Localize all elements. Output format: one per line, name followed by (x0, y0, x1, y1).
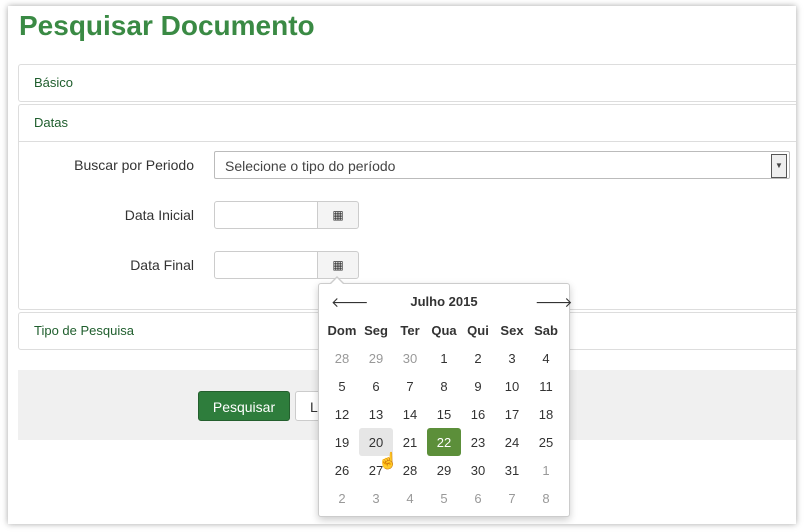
day-cell[interactable]: 8 (529, 484, 563, 512)
day-cell[interactable]: 15 (427, 400, 461, 428)
day-cell[interactable]: 29 (359, 344, 393, 372)
day-cell[interactable]: 1 (529, 456, 563, 484)
day-cell[interactable]: 26 (325, 456, 359, 484)
calendar-icon[interactable]: ▦ (317, 201, 359, 229)
end-date-input[interactable] (214, 251, 318, 279)
day-cell[interactable]: 12 (325, 400, 359, 428)
day-cell[interactable]: 9 (461, 372, 495, 400)
page-frame: Pesquisar Documento Básico Datas Buscar … (8, 6, 796, 524)
day-cell[interactable]: 4 (529, 344, 563, 372)
period-select-value: Selecione o tipo do período (225, 158, 396, 174)
day-cell[interactable]: 11 (529, 372, 563, 400)
day-cell[interactable]: 28 (325, 344, 359, 372)
day-cell[interactable]: 3 (495, 344, 529, 372)
hand-pointer-icon: ☝ (378, 453, 398, 470)
day-cell[interactable]: 28 (393, 456, 427, 484)
day-cell[interactable]: 1 (427, 344, 461, 372)
arrow-left-icon[interactable]: 🡐 (331, 292, 369, 312)
day-cell[interactable]: 3 (359, 484, 393, 512)
day-cell[interactable]: 5 (325, 372, 359, 400)
page-title: Pesquisar Documento (19, 10, 315, 41)
datepicker-header: Julho 2015 🡐 🡒 (319, 292, 573, 312)
day-cell[interactable]: 14 (393, 400, 427, 428)
day-cell[interactable]: 4 (393, 484, 427, 512)
day-cell[interactable]: 21 (393, 428, 427, 456)
chevron-down-icon[interactable]: ▼ (771, 154, 787, 178)
day-cell[interactable]: 17 (495, 400, 529, 428)
day-cell[interactable]: 10 (495, 372, 529, 400)
arrow-right-icon[interactable]: 🡒 (535, 292, 573, 312)
weekday-row: Dom Seg Ter Qua Qui Sex Sab (325, 316, 563, 344)
day-cell[interactable]: 7 (495, 484, 529, 512)
weekday: Sex (500, 322, 524, 338)
start-date-label: Data Inicial (124, 207, 194, 223)
day-cell[interactable]: 13 (359, 400, 393, 428)
day-cell[interactable]: 6 (359, 372, 393, 400)
search-button[interactable]: Pesquisar (198, 391, 290, 421)
day-cell[interactable]: 30 (393, 344, 427, 372)
weekday: Seg (364, 322, 388, 338)
period-select[interactable]: Selecione o tipo do período ▼ (214, 151, 790, 179)
day-cell-selected[interactable]: 22 (427, 428, 461, 456)
weekday: Dom (327, 322, 357, 338)
calendar-icon[interactable]: ▦ (317, 251, 359, 279)
end-date-label: Data Final (130, 257, 194, 273)
day-cell[interactable]: 30 (461, 456, 495, 484)
week-row: 5 6 7 8 9 10 11 (325, 372, 563, 400)
week-row: 19 20 21 22 23 24 25 (325, 428, 563, 456)
day-cell[interactable]: 29 (427, 456, 461, 484)
weekday: Ter (400, 322, 420, 338)
week-row: 28 29 30 1 2 3 4 (325, 344, 563, 372)
panel-basic[interactable]: Básico (18, 64, 796, 102)
day-cell[interactable]: 24 (495, 428, 529, 456)
panel-basic-header[interactable]: Básico (19, 65, 796, 101)
day-cell[interactable]: 18 (529, 400, 563, 428)
day-cell[interactable]: 6 (461, 484, 495, 512)
weekday: Sab (534, 322, 558, 338)
day-cell[interactable]: 5 (427, 484, 461, 512)
day-cell[interactable]: 31 (495, 456, 529, 484)
day-cell[interactable]: 23 (461, 428, 495, 456)
datepicker-days: Dom Seg Ter Qua Qui Sex Sab 28 29 30 1 2… (325, 316, 563, 512)
start-date-input[interactable] (214, 201, 318, 229)
weekday: Qua (431, 322, 457, 338)
day-cell[interactable]: 25 (529, 428, 563, 456)
week-row: 26 27 28 29 30 31 1 (325, 456, 563, 484)
day-cell[interactable]: 2 (461, 344, 495, 372)
week-row: 12 13 14 15 16 17 18 (325, 400, 563, 428)
panel-dates-header[interactable]: Datas (19, 105, 796, 142)
period-label: Buscar por Periodo (74, 157, 194, 173)
day-cell[interactable]: 8 (427, 372, 461, 400)
day-cell[interactable]: 19 (325, 428, 359, 456)
day-cell[interactable]: 7 (393, 372, 427, 400)
weekday: Qui (467, 322, 489, 338)
datepicker: Julho 2015 🡐 🡒 Dom Seg Ter Qua Qui Sex S… (318, 276, 573, 517)
week-row: 2 3 4 5 6 7 8 (325, 484, 563, 512)
day-cell[interactable]: 2 (325, 484, 359, 512)
day-cell[interactable]: 16 (461, 400, 495, 428)
